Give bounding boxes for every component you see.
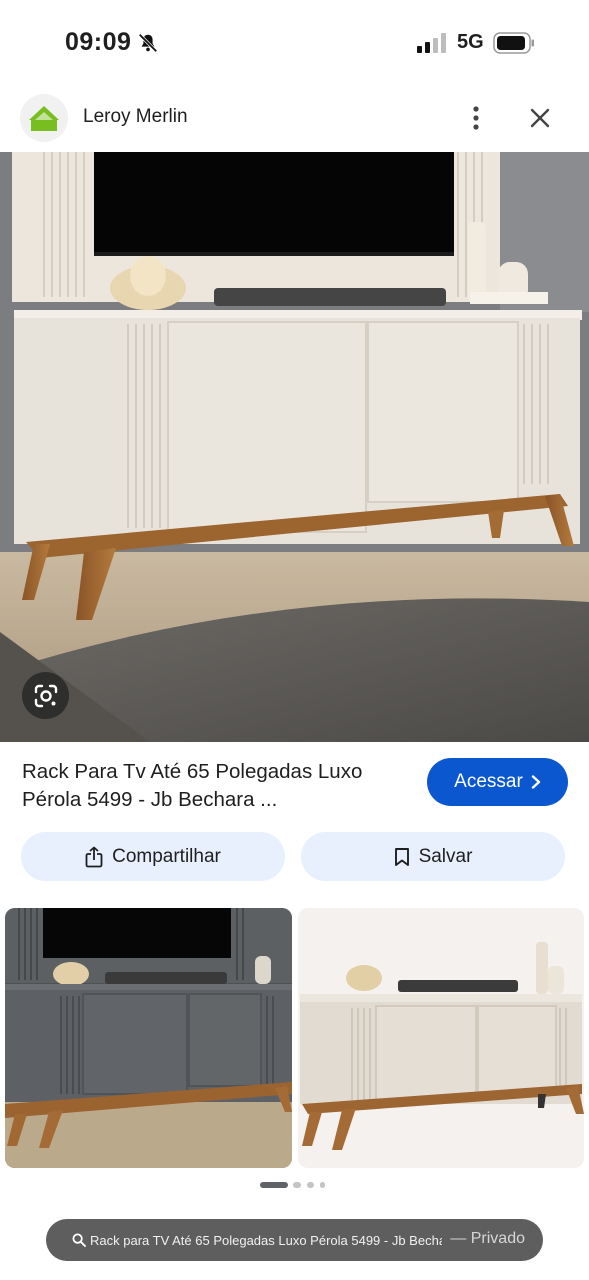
signal-icon [417, 33, 446, 53]
related-image-white[interactable] [298, 908, 584, 1168]
source-header: Leroy Merlin [0, 92, 589, 144]
visit-button[interactable]: Acessar [427, 758, 568, 806]
leroy-merlin-logo-icon [29, 106, 59, 131]
status-bar: 09:09 5G [0, 0, 589, 88]
url-bar[interactable]: Rack para TV Até 65 Polegadas Luxo Pérol… [46, 1219, 543, 1261]
share-button-label: Compartilhar [112, 845, 221, 867]
share-button[interactable]: Compartilhar [21, 832, 285, 881]
search-icon [72, 1233, 86, 1247]
battery-icon [493, 32, 534, 54]
related-image-gray[interactable] [5, 908, 292, 1168]
page-dot[interactable] [307, 1182, 314, 1188]
url-text: Rack para TV Até 65 Polegadas Luxo Pérol… [90, 1232, 442, 1248]
share-icon [85, 846, 103, 867]
private-mode-label: — Privado [450, 1230, 525, 1247]
save-button[interactable]: Salvar [301, 832, 565, 881]
page-dot-active[interactable] [260, 1182, 288, 1188]
visit-button-label: Acessar [454, 771, 523, 792]
page-dot[interactable] [320, 1182, 325, 1188]
page-dot[interactable] [293, 1182, 301, 1188]
google-lens-button[interactable] [22, 672, 69, 719]
bookmark-icon [394, 847, 409, 866]
more-options-icon[interactable] [462, 104, 490, 132]
lens-icon [34, 684, 57, 707]
main-product-image[interactable] [0, 152, 589, 742]
source-logo[interactable] [20, 94, 68, 142]
result-title[interactable]: Rack Para Tv Até 65 Polegadas Luxo Pérol… [22, 758, 412, 814]
close-icon[interactable] [526, 104, 554, 132]
image-pagination [260, 1181, 330, 1189]
source-name[interactable]: Leroy Merlin [83, 106, 188, 128]
chevron-right-icon [531, 775, 541, 789]
network-label: 5G [457, 31, 484, 53]
status-time: 09:09 [65, 28, 132, 56]
bell-off-icon [138, 33, 158, 53]
save-button-label: Salvar [418, 845, 473, 867]
